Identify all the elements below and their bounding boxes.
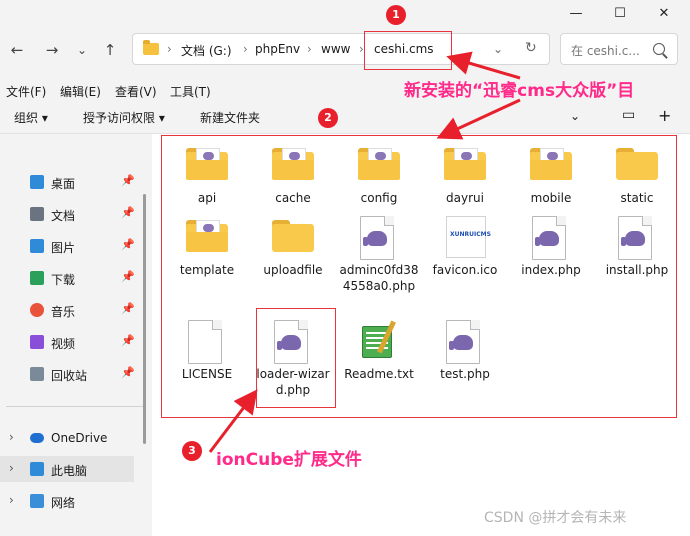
sidebar-item-onedrive[interactable]: › OneDrive — [0, 425, 150, 451]
breadcrumb-drive[interactable]: 文档 (G:) — [181, 42, 232, 59]
breadcrumb-www[interactable]: www — [321, 42, 350, 56]
sidebar-scrollbar[interactable] — [143, 194, 146, 444]
navigation-pane: 桌面 📌 文档 📌 图片 📌 下载 📌 音乐 📌 视频 📌 回收站 📌 › On… — [0, 134, 150, 536]
recent-locations-button[interactable]: ⌄ — [70, 38, 94, 62]
sidebar-item-videos[interactable]: 视频 📌 — [0, 329, 150, 355]
organize-button[interactable]: 组织 ▾ — [14, 109, 48, 126]
sidebar-item-label: 音乐 — [51, 305, 76, 319]
annotation-badge-3: 3 — [182, 441, 202, 461]
sidebar-item-label: 桌面 — [51, 177, 76, 191]
sidebar-item-label: 回收站 — [51, 369, 88, 383]
breadcrumb-phpenv[interactable]: phpEnv — [255, 42, 300, 56]
add-button[interactable]: + — [658, 106, 671, 125]
network-icon — [30, 494, 44, 508]
back-button[interactable]: ← — [5, 38, 29, 62]
menu-file[interactable]: 文件(F) — [6, 83, 46, 100]
chevron-right-icon[interactable]: › — [9, 430, 14, 444]
pin-icon: 📌 — [121, 270, 135, 283]
menu-tools[interactable]: 工具(T) — [170, 83, 211, 100]
breadcrumb-separator: › — [307, 42, 312, 56]
pin-icon: 📌 — [121, 238, 135, 251]
sidebar-item-pictures[interactable]: 图片 📌 — [0, 233, 150, 259]
navigation-bar: ← → ⌄ ↑ › 文档 (G:) › phpEnv › www › ceshi… — [0, 28, 690, 72]
search-box[interactable]: 在 ceshi.c... — [560, 33, 678, 65]
pin-icon: 📌 — [121, 366, 135, 379]
pin-icon: 📌 — [121, 174, 135, 187]
sidebar-item-label: 下载 — [51, 273, 76, 287]
address-dropdown-icon[interactable]: ⌄ — [493, 42, 503, 56]
title-bar: — ☐ ✕ — [0, 0, 690, 26]
sidebar-item-label: 图片 — [51, 241, 76, 255]
sidebar-divider — [6, 406, 144, 407]
view-options-button[interactable]: ⌄ — [570, 109, 580, 123]
sidebar-item-label: 文档 — [51, 209, 76, 223]
onedrive-icon — [30, 433, 44, 443]
sidebar-item-this-pc[interactable]: › 此电脑 — [0, 456, 134, 482]
menu-edit[interactable]: 编辑(E) — [60, 83, 101, 100]
new-folder-button[interactable]: 新建文件夹 — [200, 109, 260, 126]
folder-icon — [143, 40, 159, 55]
sidebar-item-desktop[interactable]: 桌面 📌 — [0, 169, 150, 195]
command-toolbar: 组织 ▾ 授予访问权限 ▾ 新建文件夹 ⌄ ▭ + — [0, 100, 690, 134]
annotation-badge-2: 2 — [318, 108, 338, 128]
annotation-box-loader — [256, 308, 336, 408]
document-icon — [30, 207, 44, 221]
music-icon — [30, 303, 44, 317]
sidebar-item-music[interactable]: 音乐 📌 — [0, 297, 150, 323]
sidebar-item-recycle-bin[interactable]: 回收站 📌 — [0, 361, 150, 387]
sidebar-item-label: OneDrive — [51, 431, 108, 445]
minimize-button[interactable]: — — [554, 0, 598, 26]
this-pc-icon — [30, 462, 44, 476]
sidebar-item-label: 网络 — [51, 496, 76, 510]
chevron-right-icon[interactable]: › — [9, 461, 14, 475]
annotation-badge-1: 1 — [386, 5, 406, 25]
pin-icon: 📌 — [121, 334, 135, 347]
search-input[interactable]: 在 ceshi.c... — [571, 42, 640, 59]
sidebar-item-network[interactable]: › 网络 — [0, 488, 150, 514]
preview-pane-button[interactable]: ▭ — [622, 107, 635, 123]
pin-icon: 📌 — [121, 206, 135, 219]
annotation-note-3: ionCube扩展文件 — [216, 450, 362, 470]
recycle-bin-icon — [30, 367, 44, 381]
desktop-icon — [30, 175, 44, 189]
address-bar[interactable]: › 文档 (G:) › phpEnv › www › ceshi.cms ⌄ ↻ — [132, 33, 550, 65]
annotation-box-address — [364, 31, 452, 70]
chevron-right-icon[interactable]: › — [9, 493, 14, 507]
sidebar-item-downloads[interactable]: 下载 📌 — [0, 265, 150, 291]
video-icon — [30, 335, 44, 349]
refresh-icon[interactable]: ↻ — [525, 40, 537, 56]
annotation-note-1: 新安装的“迅睿cms大众版”目 — [404, 81, 635, 101]
sidebar-item-documents[interactable]: 文档 📌 — [0, 201, 150, 227]
watermark: CSDN @拼才会有未来 — [484, 510, 627, 526]
sidebar-item-label: 此电脑 — [51, 464, 88, 478]
maximize-button[interactable]: ☐ — [598, 0, 642, 26]
sidebar-item-label: 视频 — [51, 337, 76, 351]
forward-button[interactable]: → — [40, 38, 64, 62]
search-icon[interactable] — [653, 43, 665, 55]
up-button[interactable]: ↑ — [98, 38, 122, 62]
download-icon — [30, 271, 44, 285]
pin-icon: 📌 — [121, 302, 135, 315]
breadcrumb-separator: › — [243, 42, 248, 56]
breadcrumb-separator: › — [167, 42, 172, 56]
close-button[interactable]: ✕ — [642, 0, 686, 26]
pictures-icon — [30, 239, 44, 253]
annotation-box-files — [161, 135, 677, 418]
grant-access-button[interactable]: 授予访问权限 ▾ — [83, 109, 165, 126]
menu-view[interactable]: 查看(V) — [115, 83, 157, 100]
